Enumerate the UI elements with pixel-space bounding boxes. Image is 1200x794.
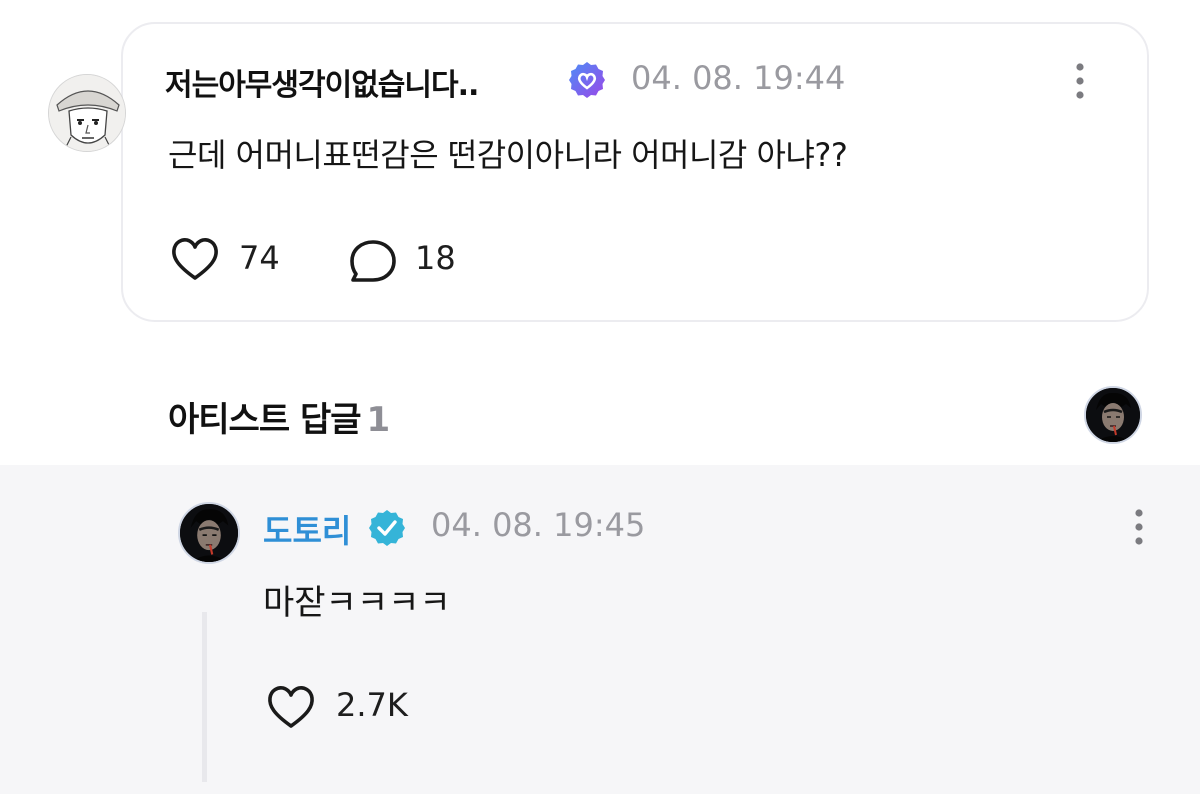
reply-timestamp: 04. 08. 19:45 xyxy=(431,506,646,544)
heart-check-badge-icon xyxy=(569,62,605,98)
artist-username[interactable]: 도토리 xyxy=(263,506,351,552)
artist-replies-heading: 아티스트 답글 1 xyxy=(168,392,391,441)
thread-line xyxy=(202,612,207,782)
heart-outline-icon[interactable] xyxy=(170,236,220,282)
comment-timestamp: 04. 08. 19:44 xyxy=(631,59,846,97)
comment-like-count: 74 xyxy=(239,239,280,277)
commenter-username[interactable]: 저는아무생각이없습니다.. xyxy=(165,60,479,104)
more-options-icon[interactable] xyxy=(1133,507,1145,547)
heart-outline-icon[interactable] xyxy=(266,684,316,730)
artist-avatar[interactable] xyxy=(178,502,240,564)
comment-reply-count: 18 xyxy=(415,239,456,277)
commenter-avatar[interactable] xyxy=(48,74,126,152)
comment-text: 근데 어머니표떤감은 떤감이아니라 어머니감 아냐?? xyxy=(168,136,848,174)
artist-replies-title: 아티스트 답글 xyxy=(168,400,362,440)
artist-replies-count: 1 xyxy=(366,400,391,440)
verified-check-icon xyxy=(369,510,405,546)
speech-bubble-icon[interactable] xyxy=(348,238,398,284)
reply-like-count: 2.7K xyxy=(336,686,408,724)
more-options-icon[interactable] xyxy=(1074,61,1086,101)
reply-text: 마잗ㅋㅋㅋㅋ xyxy=(263,583,451,623)
artist-avatar-header[interactable] xyxy=(1084,386,1142,444)
